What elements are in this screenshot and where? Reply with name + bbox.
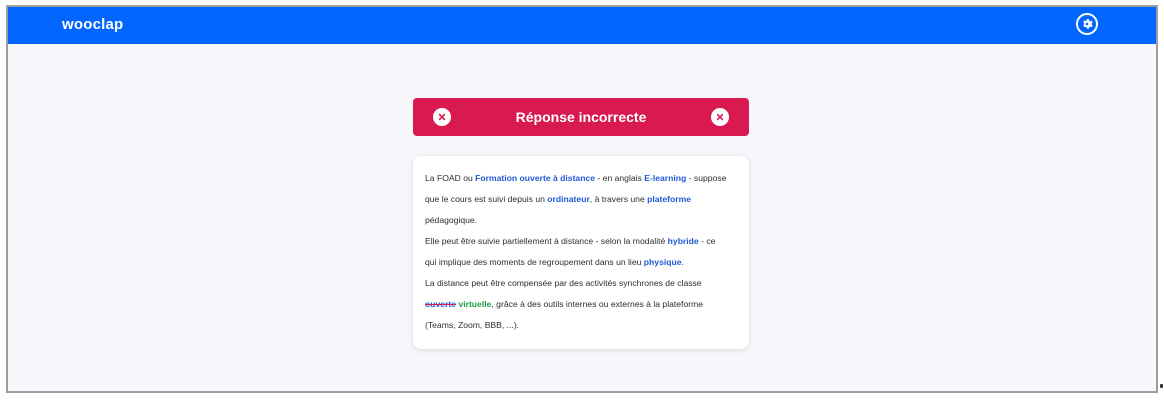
- correct-answer: virtuelle: [458, 299, 492, 309]
- answer-card: La FOAD ou Formation ouverte à distance …: [413, 156, 749, 349]
- answer-keyword: ordinateur: [547, 194, 590, 204]
- close-icon: [433, 108, 451, 126]
- app-window: wooclap Réponse incorrecte La FOAD ou Fo…: [6, 5, 1158, 393]
- answer-keyword: hybride: [667, 236, 699, 246]
- answer-line: La FOAD ou Formation ouverte à distance …: [425, 168, 737, 189]
- answer-text: - ce: [698, 236, 716, 246]
- answer-line: ouverte virtuelle, grâce à des outils in…: [425, 294, 737, 315]
- incorrect-answer-banner: Réponse incorrecte: [413, 98, 749, 136]
- answer-text: qui implique des moments de regroupement…: [425, 257, 644, 267]
- answer-text: - en anglais: [595, 173, 645, 183]
- gear-icon: [1083, 19, 1093, 29]
- answer-text: , grâce à des outils internes ou externe…: [491, 299, 704, 309]
- edge-artifact: [1160, 384, 1163, 388]
- wrong-answer: ouverte: [425, 299, 457, 309]
- answer-text: La distance peut être compensée par des …: [425, 278, 702, 288]
- answer-text: Elle peut être suivie partiellement à di…: [425, 236, 668, 246]
- answer-text: .: [681, 257, 684, 267]
- top-bar: wooclap: [8, 7, 1156, 44]
- answer-line: (Teams, Zoom, BBB, ...).: [425, 315, 737, 336]
- answer-text: pédagogique.: [425, 215, 478, 225]
- answer-text: La FOAD ou: [425, 173, 476, 183]
- answer-text: que le cours est suivi depuis un: [425, 194, 548, 204]
- answer-line: pédagogique.: [425, 210, 737, 231]
- answer-text: (Teams, Zoom, BBB, ...).: [425, 320, 520, 330]
- answer-keyword: Formation ouverte à distance: [475, 173, 596, 183]
- wooclap-logo[interactable]: wooclap: [62, 16, 123, 33]
- answer-line: La distance peut être compensée par des …: [425, 273, 737, 294]
- answer-keyword: E-learning: [644, 173, 687, 183]
- answer-line: qui implique des moments de regroupement…: [425, 252, 737, 273]
- answer-keyword: plateforme: [647, 194, 692, 204]
- answer-keyword: physique: [643, 257, 682, 267]
- answer-text: , à travers une: [589, 194, 648, 204]
- result-title: Réponse incorrecte: [515, 109, 647, 125]
- answer-line: que le cours est suivi depuis un ordinat…: [425, 189, 737, 210]
- settings-button[interactable]: [1076, 13, 1098, 35]
- close-icon: [711, 108, 729, 126]
- answer-line: Elle peut être suivie partiellement à di…: [425, 231, 737, 252]
- answer-text: - suppose: [686, 173, 727, 183]
